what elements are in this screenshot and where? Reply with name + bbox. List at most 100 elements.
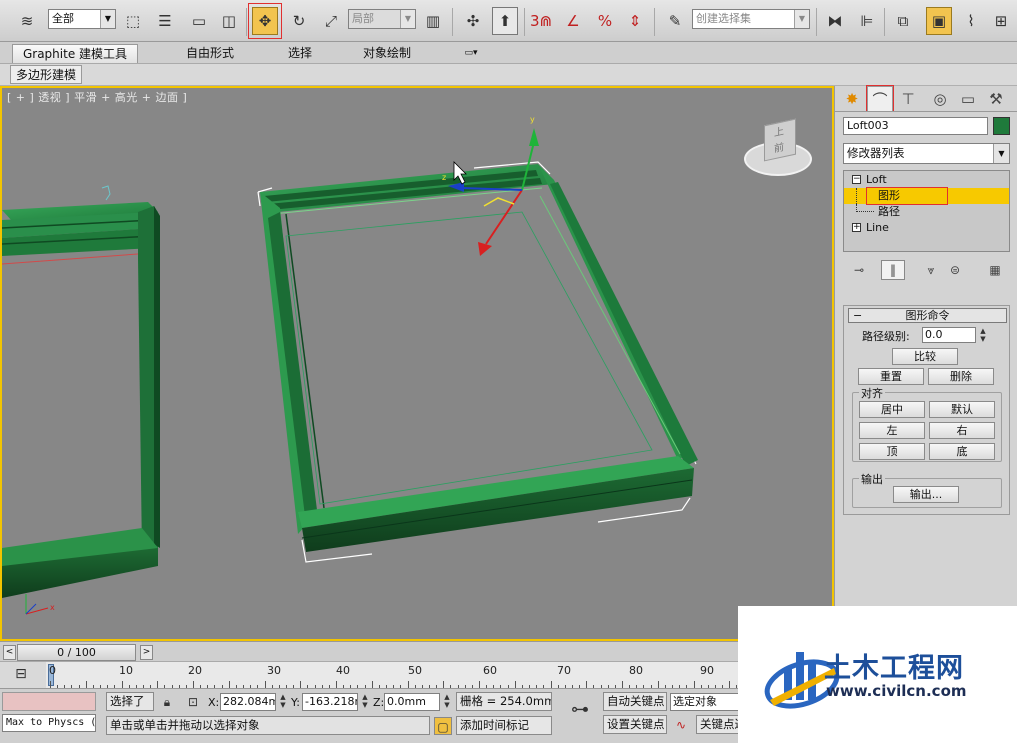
align-bottom-button[interactable]: 底 [929, 443, 995, 460]
tab-selection[interactable]: 选择 [275, 44, 325, 63]
time-tag-icon[interactable]: ▢ [434, 717, 452, 735]
schematic-view-icon[interactable]: ⊞ [988, 7, 1014, 35]
select-manipulate-icon[interactable]: ✣ [460, 7, 486, 35]
prev-frame-button[interactable]: < [3, 645, 16, 660]
key-mode-icon[interactable]: ∿ [672, 716, 690, 734]
stack-item-line[interactable]: + Line [844, 220, 1009, 236]
viewcube-front-face[interactable]: 前 [774, 138, 784, 155]
z-coordinate-field[interactable]: 0.0mm [384, 693, 440, 711]
stack-item-shape[interactable]: 图形 [844, 187, 1009, 205]
spinner-arrows-icon[interactable]: ▲ ▼ [442, 693, 452, 711]
percent-snap-icon[interactable]: % [592, 7, 618, 35]
align-default-button[interactable]: 默认 [929, 401, 995, 418]
layer-manager-icon[interactable]: ⧉ [890, 7, 916, 35]
compare-button[interactable]: 比较 [892, 348, 958, 365]
select-object-icon[interactable]: ⬚ [120, 7, 146, 35]
align-top-button[interactable]: 顶 [859, 443, 925, 460]
spinner-arrows-icon[interactable]: ▲ ▼ [978, 327, 988, 343]
spinner-snap-icon[interactable]: ⇕ [622, 7, 648, 35]
configure-sets-icon[interactable]: ▦ [983, 260, 1007, 280]
utilities-panel-icon[interactable]: ⚒ [983, 86, 1009, 111]
track-bar[interactable]: ⊟ 0 10 20 30 40 50 60 70 80 90 [0, 661, 745, 689]
output-button[interactable]: 输出... [893, 486, 959, 503]
modify-panel-icon[interactable]: ⌒ [866, 85, 894, 112]
open-mini-curve-editor-icon[interactable]: ⊟ [8, 666, 34, 684]
named-selection-dropdown[interactable]: 创建选择集 ▼ [692, 9, 810, 29]
collapse-icon[interactable]: − [853, 309, 862, 322]
add-time-tag-button[interactable]: 添加时间标记 [456, 716, 552, 735]
loft-frame-left[interactable] [2, 185, 160, 598]
display-panel-icon[interactable]: ▭ [955, 86, 981, 111]
y-coordinate-field[interactable]: -163.218mm [302, 693, 358, 711]
stack-item-path[interactable]: 路径 [844, 204, 1009, 220]
select-by-name-icon[interactable]: ☰ [152, 7, 178, 35]
align-center-button[interactable]: 居中 [859, 401, 925, 418]
select-and-scale-icon[interactable]: ⤢ [318, 7, 344, 35]
create-panel-icon[interactable]: ✸ [839, 86, 865, 111]
layers-icon[interactable]: ≋ [14, 7, 40, 35]
expand-icon[interactable]: + [852, 223, 861, 232]
tab-freeform[interactable]: 自由形式 [168, 44, 252, 63]
maxscript-output[interactable] [2, 692, 96, 711]
tab-object-paint[interactable]: 对象绘制 [352, 44, 422, 63]
mirror-icon[interactable]: ⧓ [822, 7, 848, 35]
tab-polygon-modeling[interactable]: 多边形建模 [10, 65, 83, 84]
rect-selection-icon[interactable]: ▭ [186, 7, 212, 35]
snap-toggle-icon[interactable]: 3 ⋒ [528, 7, 554, 35]
viewport-label[interactable]: [ + ] 透视 ] 平滑 + 高光 + 边面 ] [7, 89, 187, 105]
time-slider[interactable]: < 0 / 100 > [0, 641, 834, 661]
pin-stack-icon[interactable]: ⊸ [847, 260, 871, 280]
viewcube-top-face[interactable]: 上 [774, 122, 784, 139]
absolute-mode-icon[interactable]: ⊡ [184, 693, 202, 711]
object-color-swatch[interactable] [993, 117, 1010, 135]
motion-panel-icon[interactable]: ◎ [927, 86, 953, 111]
set-key-button[interactable]: 设置关键点 [603, 715, 667, 734]
align-left-button[interactable]: 左 [859, 422, 925, 439]
next-frame-button[interactable]: > [140, 645, 153, 660]
object-name-field[interactable]: Loft003 [843, 117, 988, 135]
show-end-result-icon[interactable]: ‖ [881, 260, 905, 280]
select-and-move-icon[interactable]: ✥ [248, 3, 282, 39]
keyboard-shortcut-override-icon[interactable]: ⬆ [492, 7, 518, 35]
auto-key-button[interactable]: 自动关键点 [603, 692, 667, 711]
modifier-stack[interactable]: − Loft 图形 路径 + Line [843, 170, 1010, 252]
align-right-button[interactable]: 右 [929, 422, 995, 439]
window-crossing-icon[interactable]: ◫ [216, 7, 242, 35]
stack-item-loft[interactable]: − Loft [844, 172, 1009, 188]
ref-coord-dropdown[interactable]: 局部 ▼ [348, 9, 416, 29]
delete-button[interactable]: 删除 [928, 368, 994, 385]
select-and-rotate-icon[interactable]: ↻ [286, 7, 312, 35]
tab-graphite-modeling[interactable]: Graphite 建模工具 [12, 44, 138, 63]
path-level-input[interactable]: 0.0 [922, 327, 976, 343]
reset-button[interactable]: 重置 [858, 368, 924, 385]
rollout-header[interactable]: − 图形命令 [848, 308, 1007, 323]
curve-editor-icon[interactable]: ⌇ [958, 7, 984, 35]
key-filters-button[interactable]: 关键点过 [696, 715, 740, 734]
pivot-center-icon[interactable]: ▥ [420, 7, 446, 35]
maxscript-listener[interactable]: Max to Physcs ( [2, 714, 96, 732]
graphite-toggle-icon[interactable]: ▣ [926, 7, 952, 35]
selection-filter-dropdown[interactable]: 全部 ▼ [48, 9, 116, 29]
collapse-icon[interactable]: − [852, 175, 861, 184]
time-slider-knob[interactable]: 0 / 100 [17, 644, 136, 661]
make-unique-icon[interactable]: ⩔ [919, 260, 943, 280]
align-icon[interactable]: ⊫ [854, 7, 880, 35]
remove-modifier-icon[interactable]: ⊜ [943, 260, 967, 280]
perspective-viewport[interactable]: y z x [ + ] 透视 ] 平滑 + 高光 + 边面 ] 上 前 [0, 86, 834, 641]
key-selection-dropdown[interactable]: 选定对象 [670, 693, 740, 711]
viewcube-box[interactable]: 上 前 [764, 118, 796, 162]
modifier-list-dropdown[interactable]: 修改器列表 ▼ [843, 143, 1010, 164]
hierarchy-panel-icon[interactable]: ⊤ [895, 86, 921, 111]
spinner-arrows-icon[interactable]: ▲ ▼ [278, 693, 288, 711]
loft-frame-selected[interactable] [257, 161, 698, 563]
set-key-icon[interactable]: ⊶ [562, 701, 598, 725]
angle-snap-icon[interactable]: ∠ [560, 7, 586, 35]
lock-selection-icon[interactable]: 🔒︎ [158, 693, 176, 711]
track-scale[interactable]: 0 10 20 30 40 50 60 70 80 90 [46, 662, 745, 689]
spinner-arrows-icon[interactable]: ▲ ▼ [360, 693, 370, 711]
scene-canvas[interactable]: y z x [2, 88, 832, 639]
ribbon-options-icon[interactable]: ▭▾ [456, 44, 486, 63]
viewcube[interactable]: 上 前 [744, 118, 814, 180]
edit-named-selection-icon[interactable]: ✎ [662, 7, 688, 35]
x-coordinate-field[interactable]: 282.084mm [220, 693, 276, 711]
